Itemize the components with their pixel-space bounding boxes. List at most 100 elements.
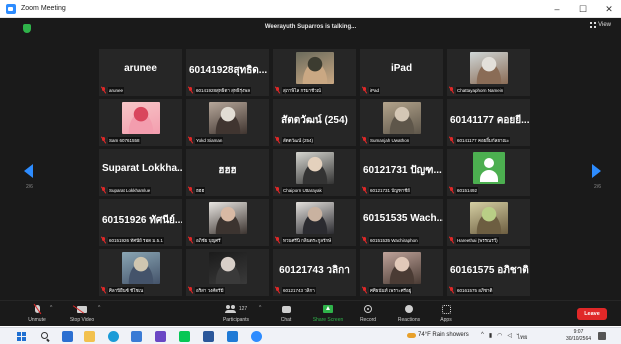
video-camera-icon: [77, 305, 87, 313]
chat-button[interactable]: Chat: [274, 303, 298, 323]
participant-video: [469, 202, 508, 234]
participant-tile[interactable]: 60121743 วลิกา 60121743 วลิกา: [273, 249, 356, 296]
participant-video: [295, 152, 334, 184]
participant-name-label: 60141177 คอยยิ้มกัลยาณะ: [449, 136, 528, 144]
volume-icon[interactable]: ◁: [507, 332, 512, 342]
language-indicator[interactable]: ไทย: [517, 332, 528, 342]
microphone-muted-icon: [362, 137, 367, 143]
next-page-arrow-icon[interactable]: [592, 164, 601, 178]
participant-tile[interactable]: 60151535 Wach... 60151535 Wachiraphon: [360, 199, 443, 246]
chat-label: Chat: [280, 317, 292, 323]
share-screen-button[interactable]: Share Screen: [310, 303, 346, 323]
participant-display-name: 60161575 อภิชาติ: [450, 265, 529, 276]
edge-browser-icon[interactable]: [108, 331, 119, 342]
participant-tile[interactable]: 60151492: [447, 149, 530, 196]
weather-widget[interactable]: 74°F Rain showers: [407, 332, 469, 338]
participant-video: [208, 202, 247, 234]
clock[interactable]: 9:07 30/10/2564: [566, 329, 591, 343]
participant-name-label: Chattayaphorn Namein: [449, 86, 528, 94]
network-icon[interactable]: ▮: [489, 332, 492, 342]
participant-name-text: 60151535 Wachiraphon: [369, 236, 419, 244]
stop-video-button[interactable]: Stop Video: [64, 303, 100, 323]
participant-name-label: อริสา วงศ์ตรีมี: [188, 286, 267, 294]
system-tray: ^ ▮ ◠ ◁ ไทย: [481, 332, 528, 342]
participants-caret-icon[interactable]: ^: [259, 305, 261, 311]
participant-tile[interactable]: สัตตวัฒน์ (254) สัตตวัฒน์ (254): [273, 99, 356, 146]
participant-name-text: Hareethai (พรรณรวี): [456, 236, 499, 244]
participant-tile[interactable]: ศศิธนันท์ เพราะศรีอยู่: [360, 249, 443, 296]
tray-expand-icon[interactable]: ^: [481, 332, 484, 342]
participant-name-text: สุภาพิไล กรมาชีวณ์: [282, 86, 322, 94]
participant-tile[interactable]: ทวนศรีนิ กลินตระกูลรักษ์: [273, 199, 356, 246]
file-explorer-icon[interactable]: [84, 331, 95, 342]
participant-name-label: ศศิธนันท์ เพราะศรีอยู่: [362, 286, 441, 294]
participants-button[interactable]: 127 Participants: [218, 303, 254, 323]
participant-tile[interactable]: ฮฮฮ ฮฮฮ: [186, 149, 269, 196]
windows-start-icon[interactable]: [17, 332, 26, 341]
reactions-button[interactable]: Reactions: [394, 303, 424, 323]
minimize-button[interactable]: –: [551, 2, 563, 16]
participant-name-text: Sumanjah Uwathon: [369, 136, 411, 144]
word-icon[interactable]: [203, 331, 214, 342]
participant-tile[interactable]: iPad iPad: [360, 49, 443, 96]
participant-tile[interactable]: arunee arunee: [99, 49, 182, 96]
participant-tile[interactable]: 60121731 ปัญฑ... 60121731 ปัญฑาชีย์: [360, 149, 443, 196]
participant-tile[interactable]: Suparat Lokkha... Suparat Lokkhamlue: [99, 149, 182, 196]
participant-name-text: Suparat Lokkhamlue: [108, 186, 152, 194]
record-icon: [364, 305, 372, 313]
participant-tile[interactable]: Hareethai (พรรณรวี): [447, 199, 530, 246]
participant-tile[interactable]: สุภาพิไล กรมาชีวณ์: [273, 49, 356, 96]
notification-center-icon[interactable]: [598, 332, 606, 340]
participant-tile[interactable]: Yokd Siaman: [186, 99, 269, 146]
apps-label: Apps: [440, 317, 452, 323]
participant-display-name: สัตตวัฒน์ (254): [281, 115, 348, 126]
zoom-taskbar-icon[interactable]: [251, 331, 262, 342]
participant-name-label: 60121731 ปัญฑาชีย์: [362, 186, 441, 194]
teams-icon[interactable]: [155, 331, 166, 342]
line-app-icon[interactable]: [179, 331, 190, 342]
microphone-muted-icon: [449, 287, 454, 293]
participant-tile[interactable]: อริสา วงศ์ตรีมี: [186, 249, 269, 296]
participant-name-text: 60141928สุทธิดา สุทธิรุ่งพล: [195, 86, 251, 94]
taskbar-app-icon[interactable]: [131, 331, 142, 342]
participant-name-label: 60121743 วลิกา: [275, 286, 354, 294]
view-button[interactable]: View: [590, 22, 611, 28]
participant-name-text: ศิลาปียืนซ์ ชีโชเน: [108, 286, 145, 294]
photos-icon[interactable]: [227, 331, 238, 342]
participant-tile[interactable]: Sumanjah Uwathon: [360, 99, 443, 146]
participant-name-label: Chaiporn Uttarayak: [275, 186, 354, 194]
meeting-area: Weerayuth Suparros is talking... View 2/…: [0, 18, 621, 308]
close-button[interactable]: ✕: [603, 2, 615, 16]
audio-options-caret-icon[interactable]: ^: [50, 305, 52, 311]
participant-tile[interactable]: Chaiporn Uttarayak: [273, 149, 356, 196]
participant-tile[interactable]: 60141177 คอยยี... 60141177 คอยยิ้มกัลยาณะ: [447, 99, 530, 146]
participants-icon: [224, 305, 237, 313]
task-view-icon[interactable]: [62, 331, 73, 342]
participant-tile[interactable]: 60161575 อภิชาติ 60161575 อภิชาติ: [447, 249, 530, 296]
reactions-label: Reactions: [397, 317, 421, 323]
participant-name-label: arunee: [101, 86, 180, 94]
participant-name-label: 60151492: [449, 186, 528, 194]
microphone-muted-icon: [188, 87, 193, 93]
microphone-muted-icon: [449, 137, 454, 143]
record-button[interactable]: Record: [356, 303, 380, 323]
participant-name-text: 60161575 อภิชาติ: [456, 286, 494, 294]
video-options-caret-icon[interactable]: ^: [98, 305, 100, 311]
participant-tile[interactable]: อภิชัย บุญศรี: [186, 199, 269, 246]
participant-tile[interactable]: ศิลาปียืนซ์ ชีโชเน: [99, 249, 182, 296]
microphone-muted-icon: [101, 87, 106, 93]
search-icon[interactable]: [41, 332, 48, 339]
participant-name-label: 60161575 อภิชาติ: [449, 286, 528, 294]
apps-button[interactable]: Apps: [435, 303, 457, 323]
participant-tile[interactable]: Chattayaphorn Namein: [447, 49, 530, 96]
maximize-button[interactable]: ☐: [577, 2, 589, 16]
participant-tile[interactable]: Sam 60761558: [99, 99, 182, 146]
participant-tile[interactable]: 60151926 ทัศนีย์... 60151926 ทัศนีย์ รอด …: [99, 199, 182, 246]
previous-page-arrow-icon[interactable]: [24, 164, 33, 178]
participant-name-text: Chaiporn Uttarayak: [282, 186, 323, 194]
leave-button[interactable]: Leave: [577, 308, 607, 320]
unmute-button[interactable]: Unmute: [22, 303, 52, 323]
participant-name-label: iPad: [362, 86, 441, 94]
wifi-icon[interactable]: ◠: [497, 332, 502, 342]
participant-tile[interactable]: 60141928สุทธิด... 60141928สุทธิดา สุทธิรุ…: [186, 49, 269, 96]
